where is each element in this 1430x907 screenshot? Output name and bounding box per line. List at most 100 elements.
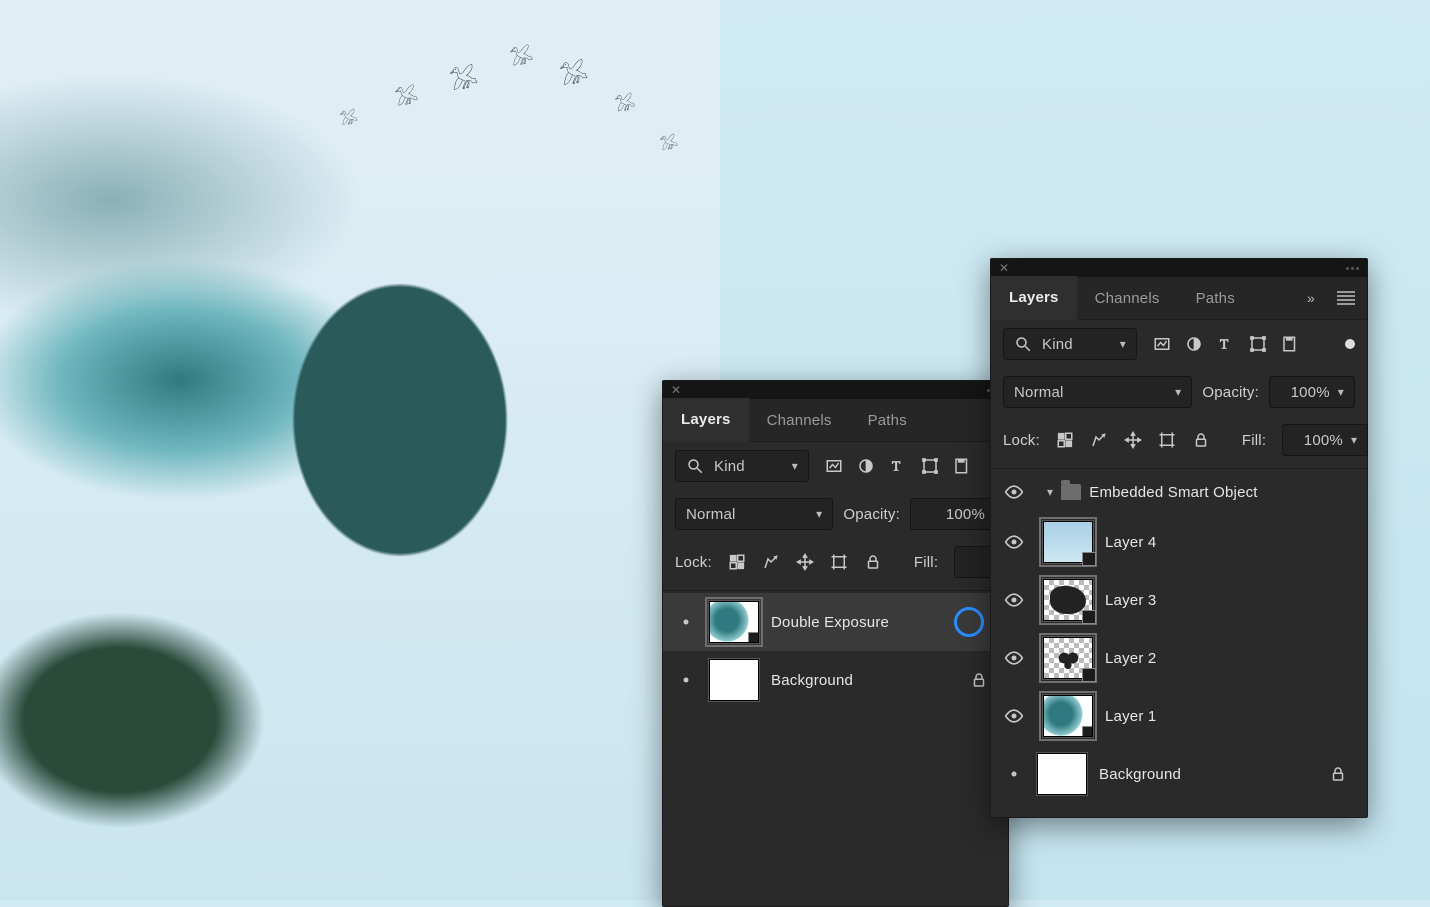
blend-mode-dropdown[interactable]: Normal ▾ bbox=[1003, 376, 1192, 408]
chevron-down-icon: ▾ bbox=[792, 459, 798, 473]
tab-layers[interactable]: Layers bbox=[663, 398, 749, 442]
layer-name[interactable]: Layer 2 bbox=[1105, 650, 1156, 667]
layer-row[interactable]: Layer 4 bbox=[991, 513, 1367, 571]
fill-field[interactable]: 100% ▾ bbox=[1282, 424, 1368, 456]
smartobject-filter-icon[interactable] bbox=[953, 457, 971, 475]
lock-label: Lock: bbox=[1003, 432, 1040, 449]
layer-name[interactable]: Layer 4 bbox=[1105, 534, 1156, 551]
panel-titlebar[interactable]: ✕ bbox=[991, 259, 1367, 277]
layer-name[interactable]: Background bbox=[771, 672, 853, 689]
panel-drag-grip[interactable] bbox=[1346, 267, 1359, 270]
lock-pixels-icon[interactable] bbox=[1090, 430, 1108, 450]
pixel-filter-icon[interactable] bbox=[1153, 335, 1171, 353]
layer-name[interactable]: Background bbox=[1099, 766, 1181, 783]
lock-row: Lock: Fill: 100% bbox=[663, 538, 1008, 591]
layers-panel: ✕ Layers Channels Paths Kind ▾ T Normal … bbox=[662, 380, 1009, 907]
visibility-toggle-icon[interactable] bbox=[1003, 589, 1025, 611]
chevron-down-icon: ▾ bbox=[1351, 433, 1357, 447]
layer-row[interactable]: Layer 1 bbox=[991, 687, 1367, 745]
bird-icon: 𓅮 bbox=[338, 104, 359, 130]
filter-row: Kind ▾ T bbox=[663, 442, 1008, 490]
fill-value: 100% bbox=[1304, 432, 1343, 449]
layer-list: Double Exposure Background bbox=[663, 591, 1008, 711]
chevron-down-icon: ▾ bbox=[1338, 385, 1344, 399]
layer-row[interactable]: Background bbox=[991, 745, 1367, 803]
pixel-filter-icon[interactable] bbox=[825, 457, 843, 475]
visibility-toggle-icon[interactable] bbox=[1003, 647, 1025, 669]
blend-mode-dropdown[interactable]: Normal ▾ bbox=[675, 498, 833, 530]
layer-row[interactable]: Double Exposure bbox=[663, 593, 1008, 651]
lock-all-icon[interactable] bbox=[864, 552, 882, 572]
layer-row[interactable]: Layer 3 bbox=[991, 571, 1367, 629]
blend-mode-value: Normal bbox=[1014, 384, 1064, 401]
visibility-toggle-icon[interactable] bbox=[675, 669, 697, 691]
shape-filter-icon[interactable] bbox=[921, 457, 939, 475]
svg-text:T: T bbox=[892, 459, 901, 474]
layer-thumbnail[interactable] bbox=[709, 601, 759, 643]
canvas-artwork: 𓅮 𓅮 𓅮 𓅮 𓅮 𓅮 𓅮 bbox=[0, 0, 720, 900]
lock-artboard-icon[interactable] bbox=[830, 552, 848, 572]
lock-transparency-icon[interactable] bbox=[728, 552, 746, 572]
type-filter-icon[interactable]: T bbox=[889, 457, 907, 475]
search-icon bbox=[686, 457, 704, 475]
bird-icon: 𓅮 bbox=[448, 58, 480, 98]
filter-kind-dropdown[interactable]: Kind ▾ bbox=[1003, 328, 1137, 360]
tab-channels[interactable]: Channels bbox=[1077, 277, 1178, 319]
type-filter-icon[interactable]: T bbox=[1217, 335, 1235, 353]
tab-paths[interactable]: Paths bbox=[1178, 277, 1253, 319]
lock-position-icon[interactable] bbox=[1124, 430, 1142, 450]
visibility-toggle-icon[interactable] bbox=[1003, 481, 1025, 503]
bird-icon: 𓅮 bbox=[558, 53, 590, 93]
filter-kind-dropdown[interactable]: Kind ▾ bbox=[675, 450, 809, 482]
bird-icon: 𓅮 bbox=[613, 89, 637, 118]
layer-row[interactable]: Background bbox=[663, 651, 1008, 709]
lock-position-icon[interactable] bbox=[796, 552, 814, 572]
adjustment-filter-icon[interactable] bbox=[1185, 335, 1203, 353]
filter-toggle-icon[interactable] bbox=[1345, 339, 1355, 349]
opacity-value: 100% bbox=[946, 506, 985, 523]
close-icon[interactable]: ✕ bbox=[999, 262, 1009, 274]
tab-layers[interactable]: Layers bbox=[991, 276, 1077, 320]
lock-pixels-icon[interactable] bbox=[762, 552, 780, 572]
layer-thumbnail[interactable] bbox=[1043, 521, 1093, 563]
layer-thumbnail[interactable] bbox=[1043, 579, 1093, 621]
lock-all-icon[interactable] bbox=[1192, 430, 1210, 450]
visibility-toggle-icon[interactable] bbox=[1003, 763, 1025, 785]
opacity-field[interactable]: 100% bbox=[910, 498, 996, 530]
panel-menu-icon[interactable] bbox=[1337, 291, 1355, 305]
lock-label: Lock: bbox=[675, 554, 712, 571]
lock-row: Lock: Fill: 100%▾ bbox=[991, 416, 1367, 469]
layer-name[interactable]: Layer 3 bbox=[1105, 592, 1156, 609]
smartobject-filter-icon[interactable] bbox=[1281, 335, 1299, 353]
locked-icon[interactable] bbox=[1329, 765, 1347, 783]
layer-name[interactable]: Layer 1 bbox=[1105, 708, 1156, 725]
tab-channels[interactable]: Channels bbox=[749, 399, 850, 441]
panel-titlebar[interactable]: ✕ bbox=[663, 381, 1008, 399]
group-toggle-icon[interactable]: ▾ bbox=[1047, 485, 1053, 499]
tab-paths[interactable]: Paths bbox=[850, 399, 925, 441]
lock-artboard-icon[interactable] bbox=[1158, 430, 1176, 450]
chevron-down-icon: ▾ bbox=[816, 507, 822, 521]
layer-row[interactable]: Layer 2 bbox=[991, 629, 1367, 687]
visibility-toggle-icon[interactable] bbox=[675, 611, 697, 633]
collapse-chevrons-icon[interactable]: » bbox=[1297, 290, 1325, 306]
layer-name[interactable]: Double Exposure bbox=[771, 614, 889, 631]
bird-icon: 𓅮 bbox=[393, 79, 420, 112]
blend-row: Normal ▾ Opacity: 100%▾ bbox=[991, 368, 1367, 416]
folder-icon bbox=[1061, 484, 1081, 500]
layer-thumbnail[interactable] bbox=[1043, 695, 1093, 737]
adjustment-filter-icon[interactable] bbox=[857, 457, 875, 475]
shape-filter-icon[interactable] bbox=[1249, 335, 1267, 353]
opacity-field[interactable]: 100%▾ bbox=[1269, 376, 1355, 408]
layer-thumbnail[interactable] bbox=[1037, 753, 1087, 795]
visibility-toggle-icon[interactable] bbox=[1003, 705, 1025, 727]
layer-thumbnail[interactable] bbox=[709, 659, 759, 701]
opacity-label: Opacity: bbox=[843, 506, 900, 523]
locked-icon[interactable] bbox=[970, 671, 988, 689]
lock-transparency-icon[interactable] bbox=[1056, 430, 1074, 450]
visibility-toggle-icon[interactable] bbox=[1003, 531, 1025, 553]
layer-group-row[interactable]: ▾ Embedded Smart Object bbox=[991, 471, 1367, 513]
layer-thumbnail[interactable] bbox=[1043, 637, 1093, 679]
group-name[interactable]: Embedded Smart Object bbox=[1089, 484, 1257, 501]
close-icon[interactable]: ✕ bbox=[671, 384, 681, 396]
